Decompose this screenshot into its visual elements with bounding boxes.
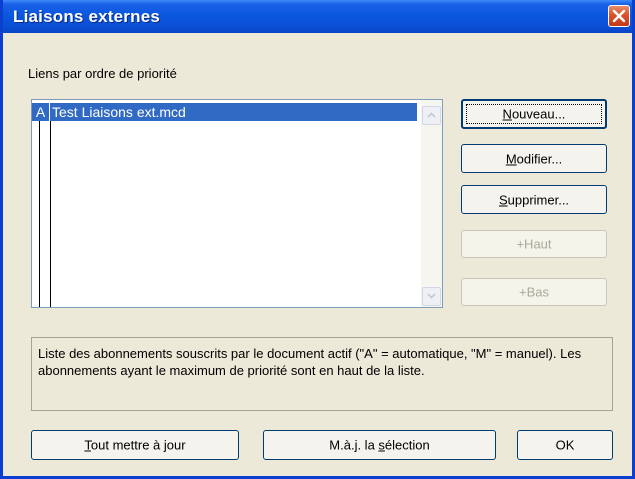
move-up-label: +Haut [516,236,552,252]
move-down-label: +Bas [519,284,549,300]
link-name: Test Liaisons ext.mcd [52,104,186,120]
delete-button[interactable]: Supprimer... [461,185,607,214]
scroll-down-button[interactable] [422,287,441,306]
scroll-up-button[interactable] [422,106,441,125]
link-mode: A [32,103,50,121]
delete-label: upprimer... [507,192,570,207]
description-box: Liste des abonnements souscrits par le d… [31,337,613,411]
links-dialog: Liaisons externes Liens par ordre de pri… [0,0,635,479]
update-selection-label: M.à.j. la [329,437,379,453]
close-button[interactable] [608,5,630,27]
list-item[interactable]: A Test Liaisons ext.mcd [32,103,417,121]
list-scrollbar[interactable] [421,100,442,307]
new-accel: N [502,106,512,122]
delete-accel: S [498,192,508,207]
update-all-label: out mettre à jour [90,437,186,453]
chevron-down-icon [427,293,436,299]
move-up-button[interactable]: +Haut [461,230,607,258]
ok-label: OK [555,437,575,453]
new-button[interactable]: Nouveau... [461,99,607,129]
close-icon [612,9,626,23]
new-label: ouveau... [511,106,566,122]
column-divider [39,121,40,307]
modify-label: odifier... [516,151,563,166]
column-divider [50,121,51,307]
update-selection-button[interactable]: M.à.j. la sélection [263,430,496,460]
title-bar[interactable]: Liaisons externes [3,0,632,33]
update-selection-label-rest: élection [384,437,430,453]
modify-accel: M [505,151,517,166]
chevron-up-icon [427,112,436,118]
links-label: Liens par ordre de priorité [28,66,177,81]
update-all-button[interactable]: Tout mettre à jour [31,430,239,460]
move-down-button[interactable]: +Bas [461,278,607,306]
modify-button[interactable]: Modifier... [461,144,607,173]
window-title: Liaisons externes [13,7,161,26]
links-listbox[interactable]: A Test Liaisons ext.mcd [31,99,443,308]
ok-button[interactable]: OK [517,430,613,460]
